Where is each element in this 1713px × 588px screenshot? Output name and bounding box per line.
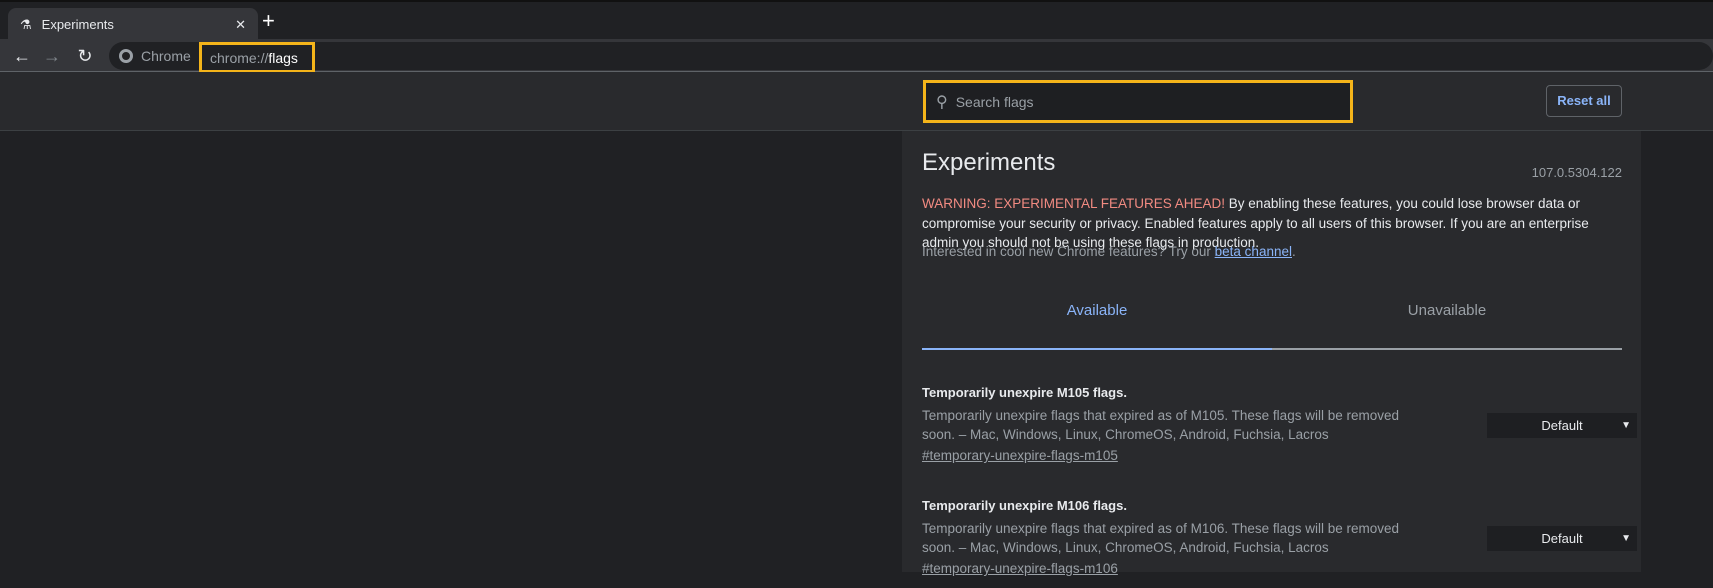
tab-strip: ⚗ Experiments ✕ +: [0, 0, 1713, 41]
chevron-down-icon: ▼: [1621, 420, 1631, 431]
tab-unavailable[interactable]: Unavailable: [1272, 281, 1622, 350]
flask-icon: ⚗: [20, 16, 32, 32]
beta-channel-link[interactable]: beta channel: [1215, 244, 1292, 259]
url-scheme: chrome://: [210, 49, 269, 66]
tab-experiments[interactable]: ⚗ Experiments ✕: [8, 8, 258, 41]
url-text[interactable]: chrome://flags: [199, 42, 315, 73]
warning-prefix: WARNING: EXPERIMENTAL FEATURES AHEAD!: [922, 196, 1226, 211]
chrome-icon: [119, 49, 133, 63]
omnibox-label: Chrome: [141, 48, 191, 64]
chevron-down-icon: ▼: [1621, 533, 1631, 544]
flag-select[interactable]: Default ▼: [1487, 413, 1637, 438]
omnibox[interactable]: Chrome chrome://flags: [109, 42, 1713, 73]
version: 107.0.5304.122: [1531, 165, 1622, 180]
flag-link[interactable]: #temporary-unexpire-flags-m105: [922, 448, 1118, 463]
back-button[interactable]: ←: [11, 45, 33, 67]
flags-panel: Experiments 107.0.5304.122 WARNING: EXPE…: [902, 131, 1641, 576]
flag-select[interactable]: Default ▼: [1487, 526, 1637, 551]
search-input[interactable]: ⚲ Search flags: [923, 80, 1353, 123]
close-tab-icon[interactable]: ✕: [235, 17, 246, 33]
interest-text: Interested in cool new Chrome features? …: [922, 244, 1622, 259]
toolbar: ← → ↻ Chrome chrome://flags: [0, 39, 1713, 73]
flag-title: Temporarily unexpire M106 flags.: [922, 498, 1127, 513]
flag-item: Temporarily unexpire M105 flags. Tempora…: [922, 385, 1637, 475]
forward-button[interactable]: →: [41, 45, 63, 67]
flag-select-value: Default: [1541, 531, 1583, 546]
flag-description: Temporarily unexpire flags that expired …: [922, 408, 1399, 442]
page-title: Experiments: [922, 149, 1056, 176]
url-path: flags: [268, 49, 298, 66]
tab-title: Experiments: [41, 17, 114, 32]
search-icon: ⚲: [936, 93, 948, 111]
interest-end: .: [1291, 244, 1296, 259]
reset-all-button[interactable]: Reset all: [1546, 85, 1622, 117]
tab-available[interactable]: Available: [922, 281, 1272, 350]
tab-bar: Available Unavailable: [922, 281, 1622, 351]
new-tab-button[interactable]: +: [262, 8, 275, 34]
flag-link[interactable]: #temporary-unexpire-flags-m106: [922, 561, 1118, 576]
flag-description: Temporarily unexpire flags that expired …: [922, 521, 1399, 555]
search-placeholder: Search flags: [955, 93, 1034, 110]
reload-button[interactable]: ↻: [74, 45, 96, 67]
interest-label: Interested in cool new Chrome features? …: [922, 244, 1215, 259]
flag-title: Temporarily unexpire M105 flags.: [922, 385, 1127, 400]
flags-header: ⚲ Search flags Reset all: [0, 72, 1713, 131]
flag-select-value: Default: [1541, 418, 1583, 433]
flag-item: Temporarily unexpire M106 flags. Tempora…: [922, 498, 1637, 588]
